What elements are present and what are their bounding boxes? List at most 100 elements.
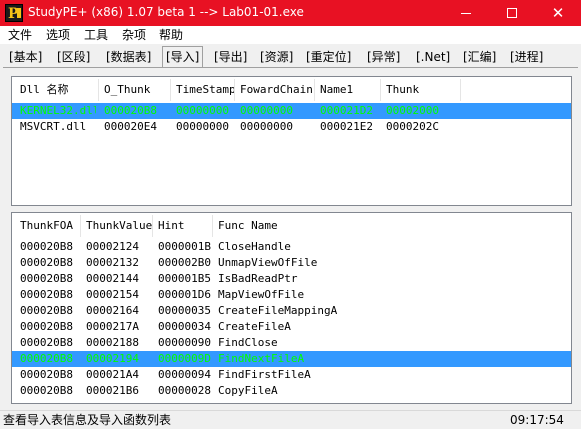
table-row[interactable]: 000020B8 00002144 000001B5 IsBadReadPtr — [12, 271, 571, 287]
table-row[interactable]: 000020B8 000021B6 00000028 CopyFileA — [12, 383, 571, 399]
column-header-forward-chain[interactable]: FowardChain — [234, 77, 314, 103]
cell-thunk-value: 00002132 — [86, 256, 139, 269]
menu-file[interactable]: 文件 — [8, 27, 32, 43]
import-function-table[interactable]: ThunkFOA ThunkValue Hint Func Name 00002… — [11, 212, 572, 404]
cell-func-name: FindFirstFileA — [218, 368, 311, 381]
table-row[interactable]: 000020B8 00002188 00000090 FindClose — [12, 335, 571, 351]
func-table-header: ThunkFOA ThunkValue Hint Func Name — [12, 213, 571, 239]
tab-basic[interactable]: [基本] — [9, 49, 42, 67]
cell-thunk-foa: 000020B8 — [20, 256, 73, 269]
cell-func-name: FindNextFileA — [218, 352, 305, 365]
cell-hint: 000002B0 — [158, 256, 211, 269]
cell-thunk-value: 00002154 — [86, 288, 139, 301]
title-bar[interactable]: P StudyPE+ (x86) 1.07 beta 1 --> Lab01-0… — [0, 0, 581, 26]
cell-thunk-value: 000021A4 — [86, 368, 139, 381]
cell-func-name: CreateFileA — [218, 320, 291, 333]
cell-thunk-value: 00002164 — [86, 304, 139, 317]
menu-help[interactable]: 帮助 — [159, 27, 183, 43]
tab-exports[interactable]: [导出] — [214, 49, 247, 67]
table-row[interactable]: MSVCRT.dll 000020E4 00000000 00000000 00… — [12, 119, 571, 135]
cell-name1: 000021D2 — [320, 104, 373, 117]
column-header-hint[interactable]: Hint — [152, 213, 212, 239]
tab-dotnet[interactable]: [.Net] — [416, 49, 450, 67]
menu-options[interactable]: 选项 — [46, 27, 70, 43]
table-row[interactable]: 000020B8 00002194 0000009D FindNextFileA — [12, 351, 571, 367]
cell-hint: 00000035 — [158, 304, 211, 317]
maximize-button[interactable] — [489, 0, 535, 26]
tab-process[interactable]: [进程] — [510, 49, 543, 67]
cell-timestamp: 00000000 — [176, 104, 229, 117]
table-row[interactable]: 000020B8 00002164 00000035 CreateFileMap… — [12, 303, 571, 319]
cell-forward-chain: 00000000 — [240, 120, 293, 133]
column-header-thunk-foa[interactable]: ThunkFOA — [14, 213, 80, 239]
column-header-thunk[interactable]: Thunk — [380, 77, 460, 103]
maximize-icon — [507, 8, 517, 18]
cell-thunk-value: 000021B6 — [86, 384, 139, 397]
column-header-timestamp[interactable]: TimeStamp — [170, 77, 234, 103]
cell-thunk-foa: 000020B8 — [20, 320, 73, 333]
minimize-icon — [461, 13, 471, 14]
tab-disasm[interactable]: [汇编] — [463, 49, 496, 67]
cell-thunk-foa: 000020B8 — [20, 384, 73, 397]
cell-thunk-foa: 000020B8 — [20, 288, 73, 301]
table-row[interactable]: 000020B8 000021A4 00000094 FindFirstFile… — [12, 367, 571, 383]
cell-thunk-value: 00002194 — [86, 352, 139, 365]
tab-data-dirs[interactable]: [数据表] — [106, 49, 151, 67]
table-row[interactable]: 000020B8 0000217A 00000034 CreateFileA — [12, 319, 571, 335]
tab-divider — [3, 67, 578, 68]
menu-misc[interactable]: 杂项 — [122, 27, 146, 43]
cell-o-thunk: 000020E4 — [104, 120, 157, 133]
minimize-button[interactable] — [443, 0, 489, 26]
cell-func-name: CopyFileA — [218, 384, 278, 397]
column-divider[interactable] — [460, 79, 461, 101]
table-row[interactable]: 000020B8 00002154 000001D6 MapViewOfFile — [12, 287, 571, 303]
tab-exceptions[interactable]: [异常] — [367, 49, 400, 67]
tab-imports[interactable]: [导入] — [162, 46, 204, 68]
table-row[interactable]: KERNEL32.dll 000020B8 00000000 00000000 … — [12, 103, 571, 119]
cell-o-thunk: 000020B8 — [104, 104, 157, 117]
column-header-func-name[interactable]: Func Name — [212, 213, 412, 239]
dll-import-table[interactable]: Dll 名称 O_Thunk TimeStamp FowardChain Nam… — [11, 76, 572, 206]
menu-tools[interactable]: 工具 — [84, 27, 108, 43]
cell-hint: 0000001B — [158, 240, 211, 253]
tab-sections[interactable]: [区段] — [57, 49, 90, 67]
column-header-dll-name[interactable]: Dll 名称 — [14, 77, 96, 103]
column-header-o-thunk[interactable]: O_Thunk — [98, 77, 170, 103]
cell-func-name: UnmapViewOfFile — [218, 256, 318, 269]
status-clock: 09:17:54 — [510, 413, 564, 427]
close-icon: ✕ — [551, 4, 565, 22]
cell-timestamp: 00000000 — [176, 120, 229, 133]
cell-thunk-foa: 000020B8 — [20, 240, 73, 253]
cell-func-name: CloseHandle — [218, 240, 291, 253]
column-header-thunk-value[interactable]: ThunkValue — [80, 213, 152, 239]
cell-forward-chain: 00000000 — [240, 104, 293, 117]
table-row[interactable]: 000020B8 00002124 0000001B CloseHandle — [12, 239, 571, 255]
tab-relocations[interactable]: [重定位] — [306, 49, 351, 67]
column-header-name1[interactable]: Name1 — [314, 77, 380, 103]
cell-dll-name: MSVCRT.dll — [20, 120, 87, 133]
cell-thunk-foa: 000020B8 — [20, 352, 73, 365]
close-button[interactable]: ✕ — [535, 0, 581, 26]
cell-func-name: IsBadReadPtr — [218, 272, 298, 285]
cell-thunk: 00002000 — [386, 104, 439, 117]
studype-app-icon[interactable]: P — [5, 4, 23, 22]
cell-thunk-value: 00002144 — [86, 272, 139, 285]
cell-thunk-foa: 000020B8 — [20, 272, 73, 285]
cell-hint: 0000009D — [158, 352, 211, 365]
cell-hint: 00000090 — [158, 336, 211, 349]
status-bar: 查看导入表信息及导入函数列表 09:17:54 — [0, 410, 581, 429]
menu-bar: 文件 选项 工具 杂项 帮助 — [0, 26, 581, 44]
table-row[interactable]: 000020B8 00002132 000002B0 UnmapViewOfFi… — [12, 255, 571, 271]
cell-func-name: CreateFileMappingA — [218, 304, 338, 317]
cell-thunk: 0000202C — [386, 120, 439, 133]
cell-thunk-value: 00002188 — [86, 336, 139, 349]
status-message: 查看导入表信息及导入函数列表 — [3, 413, 172, 427]
cell-thunk-value: 0000217A — [86, 320, 139, 333]
tab-resources[interactable]: [资源] — [260, 49, 293, 67]
cell-hint: 00000034 — [158, 320, 211, 333]
cell-hint: 00000028 — [158, 384, 211, 397]
cell-thunk-foa: 000020B8 — [20, 368, 73, 381]
cell-hint: 00000094 — [158, 368, 211, 381]
cell-thunk-foa: 000020B8 — [20, 304, 73, 317]
cell-func-name: MapViewOfFile — [218, 288, 305, 301]
